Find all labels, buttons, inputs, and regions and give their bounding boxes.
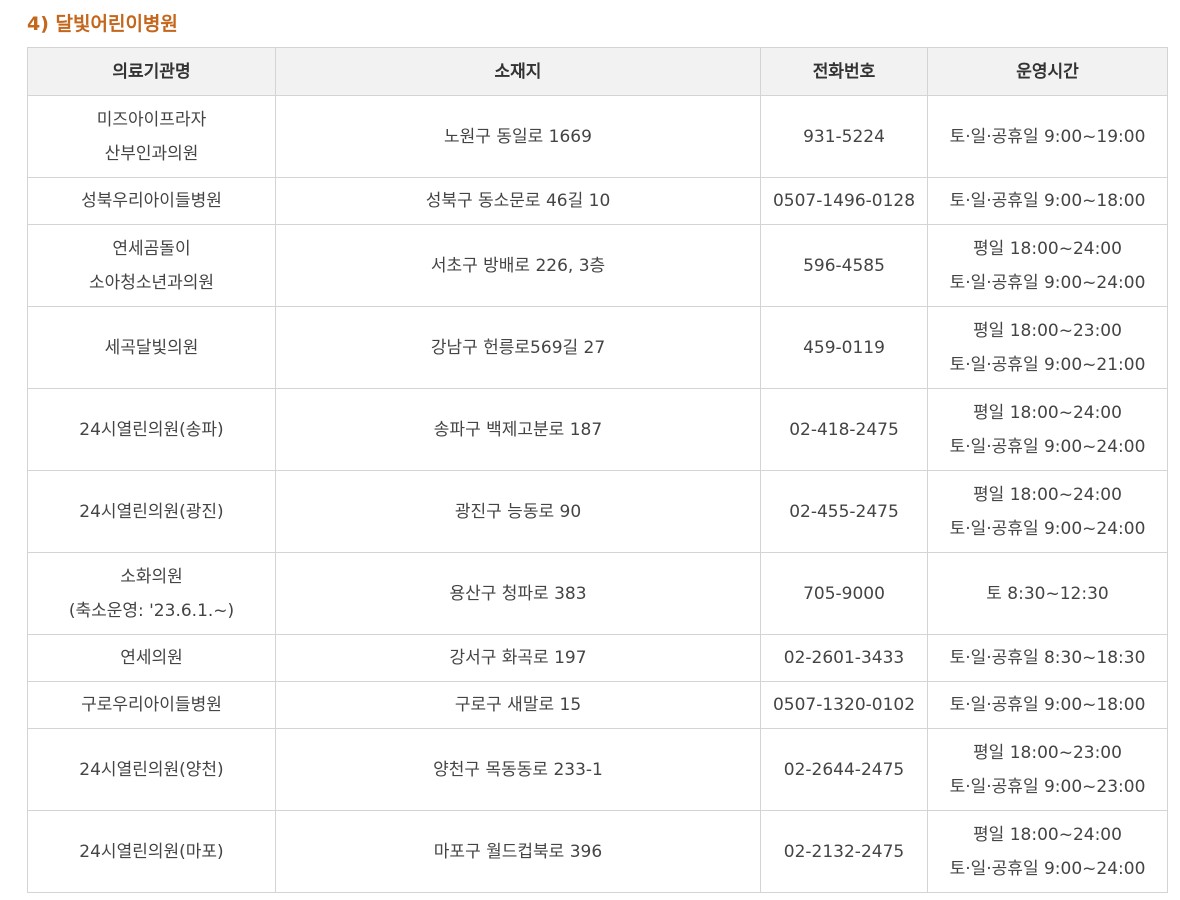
- address-cell: 강남구 헌릉로569길 27: [275, 306, 761, 389]
- table-row: 연세의원 강서구 화곡로 197 02-2601-3433 토·일·공휴일 8:30~…: [27, 634, 1168, 682]
- table-header: 의료기관명 소재지 전화번호 운영시간: [27, 47, 1168, 96]
- section-title: 4) 달빛어린이병원: [27, 13, 178, 35]
- clinic-name-cell: 세곡달빛의원: [27, 306, 276, 389]
- hours-line: 토·일·공휴일 9:00~24:00: [949, 518, 1146, 539]
- table-row: 24시열린의원(송파) 송파구 백제고분로 187 02-418-2475 평일 18…: [27, 388, 1168, 471]
- clinic-name-line: 미즈아이프라자: [96, 109, 207, 130]
- hours-cell: 평일 18:00~23:00 토·일·공휴일 9:00~21:00: [927, 306, 1168, 389]
- table-body: 미즈아이프라자 산부인과의원 노원구 동일로 1669 931-5224 토·일·공휴일…: [27, 95, 1168, 893]
- header-phone: 전화번호: [760, 47, 928, 96]
- clinic-name-cell: 구로우리아이들병원: [27, 681, 276, 729]
- phone-cell: 02-2132-2475: [760, 810, 928, 893]
- phone-cell: 705-9000: [760, 552, 928, 635]
- table-row: 연세곰돌이 소아청소년과의원 서초구 방배로 226, 3층 596-4585 평일 1…: [27, 224, 1168, 307]
- address-cell: 성북구 동소문로 46길 10: [275, 177, 761, 225]
- hours-line: 토·일·공휴일 8:30~18:30: [949, 648, 1146, 668]
- hours-cell: 토·일·공휴일 9:00~18:00: [927, 681, 1168, 729]
- hours-cell: 평일 18:00~24:00 토·일·공휴일 9:00~24:00: [927, 810, 1168, 893]
- hours-line: 토·일·공휴일 9:00~18:00: [949, 695, 1146, 715]
- hours-cell: 평일 18:00~23:00 토·일·공휴일 9:00~23:00: [927, 728, 1168, 811]
- table-row: 소화의원 (축소운영: '23.6.1.~) 용산구 청파로 383 705-9000…: [27, 552, 1168, 635]
- clinic-name-cell: 연세의원: [27, 634, 276, 682]
- phone-cell: 02-2644-2475: [760, 728, 928, 811]
- clinic-name-line: 24시열린의원(송파): [79, 419, 224, 440]
- clinic-name-line: 소화의원: [120, 566, 183, 587]
- clinic-name-line: 24시열린의원(광진): [79, 501, 224, 522]
- table-row: 24시열린의원(마포) 마포구 월드컵북로 396 02-2132-2475 평일 1…: [27, 810, 1168, 893]
- hours-line: 평일 18:00~24:00: [973, 484, 1122, 505]
- clinic-name-cell: 연세곰돌이소아청소년과의원: [27, 224, 276, 307]
- clinic-name-line: 24시열린의원(마포): [79, 841, 224, 862]
- hours-line: 토·일·공휴일 9:00~24:00: [949, 858, 1146, 879]
- address-cell: 강서구 화곡로 197: [275, 634, 761, 682]
- hours-cell: 토·일·공휴일 8:30~18:30: [927, 634, 1168, 682]
- phone-cell: 596-4585: [760, 224, 928, 307]
- hours-line: 평일 18:00~24:00: [973, 824, 1122, 845]
- header-row: 의료기관명 소재지 전화번호 운영시간: [27, 47, 1168, 96]
- address-cell: 광진구 능동로 90: [275, 470, 761, 553]
- phone-cell: 459-0119: [760, 306, 928, 389]
- table-row: 24시열린의원(양천) 양천구 목동동로 233-1 02-2644-2475 평일 …: [27, 728, 1168, 811]
- clinic-name-cell: 24시열린의원(마포): [27, 810, 276, 893]
- hours-line: 토·일·공휴일 9:00~18:00: [949, 191, 1146, 211]
- clinic-name-cell: 성북우리아이들병원: [27, 177, 276, 225]
- clinic-name-line: 24시열린의원(양천): [79, 759, 224, 780]
- address-cell: 노원구 동일로 1669: [275, 95, 761, 178]
- address-cell: 서초구 방배로 226, 3층: [275, 224, 761, 307]
- clinic-name-line: 세곡달빛의원: [104, 337, 199, 358]
- clinic-name-line: 소아청소년과의원: [88, 272, 215, 293]
- hours-line: 토·일·공휴일 9:00~19:00: [949, 126, 1146, 147]
- hours-line: 평일 18:00~23:00: [973, 742, 1122, 763]
- clinic-name-line: 구로우리아이들병원: [81, 695, 222, 715]
- phone-cell: 02-455-2475: [760, 470, 928, 553]
- address-cell: 양천구 목동동로 233-1: [275, 728, 761, 811]
- header-address: 소재지: [275, 47, 761, 96]
- address-cell: 구로구 새말로 15: [275, 681, 761, 729]
- phone-cell: 931-5224: [760, 95, 928, 178]
- address-cell: 용산구 청파로 383: [275, 552, 761, 635]
- clinic-name-line: 산부인과의원: [104, 143, 199, 164]
- table-row: 구로우리아이들병원 구로구 새말로 15 0507-1320-0102 토·일·공휴일…: [27, 681, 1168, 729]
- phone-cell: 0507-1320-0102: [760, 681, 928, 729]
- hours-line: 토·일·공휴일 9:00~24:00: [949, 436, 1146, 457]
- clinic-name-line: (축소운영: '23.6.1.~): [68, 600, 235, 621]
- header-hours: 운영시간: [927, 47, 1168, 96]
- header-clinic-name: 의료기관명: [27, 47, 276, 96]
- table-row: 24시열린의원(광진) 광진구 능동로 90 02-455-2475 평일 18:00…: [27, 470, 1168, 553]
- clinic-name-line: 연세곰돌이: [112, 238, 191, 259]
- hours-cell: 평일 18:00~24:00 토·일·공휴일 9:00~24:00: [927, 470, 1168, 553]
- clinic-name-line: 성북우리아이들병원: [81, 191, 222, 211]
- table-row: 미즈아이프라자 산부인과의원 노원구 동일로 1669 931-5224 토·일·공휴일…: [27, 95, 1168, 178]
- hours-line: 토 8:30~12:30: [986, 583, 1109, 604]
- phone-cell: 02-2601-3433: [760, 634, 928, 682]
- address-cell: 마포구 월드컵북로 396: [275, 810, 761, 893]
- table-row: 성북우리아이들병원 성북구 동소문로 46길 10 0507-1496-0128 토·…: [27, 177, 1168, 225]
- phone-cell: 02-418-2475: [760, 388, 928, 471]
- hours-cell: 토·일·공휴일 9:00~18:00: [927, 177, 1168, 225]
- clinic-table: 의료기관명 소재지 전화번호 운영시간 미즈아이프라자 산부인과의원 노원구 동일로…: [27, 47, 1168, 893]
- hours-line: 평일 18:00~24:00: [973, 238, 1122, 259]
- clinic-name-cell: 24시열린의원(양천): [27, 728, 276, 811]
- clinic-name-cell: 미즈아이프라자산부인과의원: [27, 95, 276, 178]
- clinic-name-cell: 24시열린의원(송파): [27, 388, 276, 471]
- phone-cell: 0507-1496-0128: [760, 177, 928, 225]
- table-row: 세곡달빛의원 강남구 헌릉로569길 27 459-0119 평일 18:00~23:…: [27, 306, 1168, 389]
- address-cell: 송파구 백제고분로 187: [275, 388, 761, 471]
- hours-line: 토·일·공휴일 9:00~23:00: [949, 776, 1146, 797]
- hours-line: 평일 18:00~24:00: [973, 402, 1122, 423]
- hours-cell: 평일 18:00~24:00 토·일·공휴일 9:00~24:00: [927, 224, 1168, 307]
- hours-cell: 토 8:30~12:30: [927, 552, 1168, 635]
- clinic-name-cell: 소화의원 (축소운영: '23.6.1.~): [27, 552, 276, 635]
- hours-line: 토·일·공휴일 9:00~21:00: [949, 354, 1146, 375]
- clinic-name-cell: 24시열린의원(광진): [27, 470, 276, 553]
- hours-cell: 토·일·공휴일 9:00~19:00: [927, 95, 1168, 178]
- hours-line: 토·일·공휴일 9:00~24:00: [949, 272, 1146, 293]
- clinic-name-line: 연세의원: [120, 648, 183, 668]
- hours-cell: 평일 18:00~24:00 토·일·공휴일 9:00~24:00: [927, 388, 1168, 471]
- hours-line: 평일 18:00~23:00: [973, 320, 1122, 341]
